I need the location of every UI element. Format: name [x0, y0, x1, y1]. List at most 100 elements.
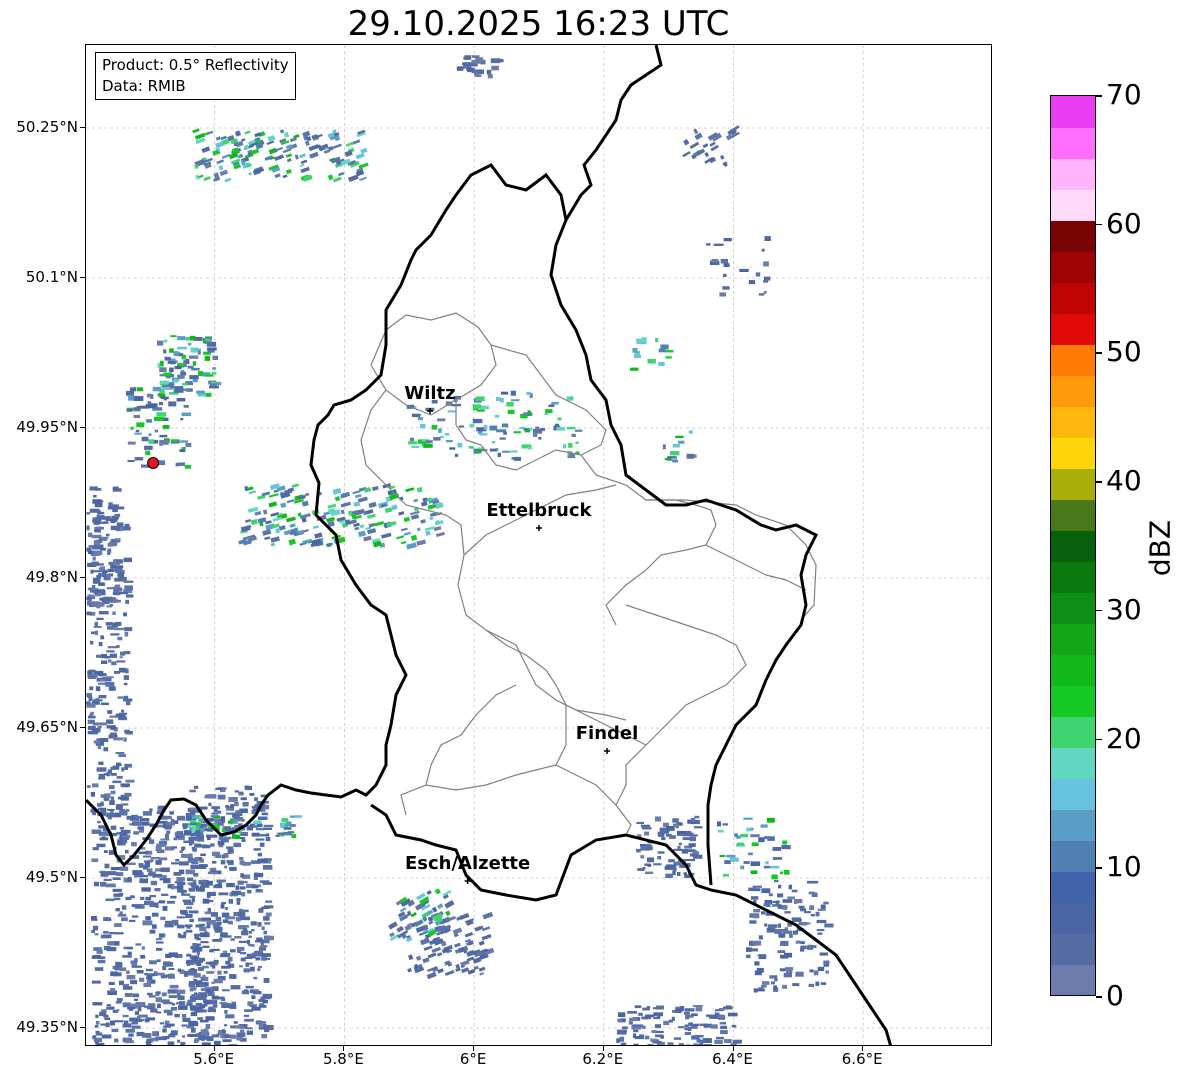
radar-echo: [160, 916, 166, 921]
radar-echo: [167, 900, 175, 904]
radar-echo: [93, 881, 100, 887]
radar-echo: [754, 970, 762, 976]
radar-echo: [92, 545, 101, 550]
lat-tick: [80, 727, 85, 728]
radar-echo: [140, 955, 146, 959]
radar-echo: [690, 817, 696, 823]
radar-echo: [787, 930, 793, 933]
radar-echo: [261, 926, 265, 930]
radar-echo: [112, 1010, 119, 1013]
radar-echo: [94, 630, 98, 636]
radar-echo: [444, 433, 450, 436]
colorbar-tick: [1096, 223, 1102, 226]
radar-echo: [103, 917, 111, 920]
radar-echo: [634, 1005, 642, 1009]
radar-echo: [750, 896, 759, 900]
radar-echo: [251, 832, 260, 837]
radar-echo: [116, 660, 126, 663]
radar-echo: [151, 912, 159, 917]
colorbar-segment: [1051, 282, 1095, 314]
radar-echo: [114, 513, 121, 517]
radar-echo: [190, 968, 195, 971]
radar-echo: [87, 715, 96, 719]
radar-echo: [198, 174, 204, 179]
radar-echo: [413, 498, 419, 503]
radar-echo: [174, 1013, 180, 1018]
radar-echo: [499, 398, 504, 403]
radar-echo: [257, 965, 263, 969]
radar-echo: [650, 1038, 657, 1042]
radar-echo: [267, 134, 276, 142]
radar-echo: [234, 936, 242, 939]
radar-echo: [406, 542, 417, 550]
radar-echo: [133, 816, 143, 819]
radar-echo: [720, 1025, 727, 1029]
radar-echo: [163, 1009, 170, 1014]
radar-echo: [153, 439, 159, 444]
radar-echo: [355, 152, 365, 160]
radar-echo: [197, 1009, 207, 1013]
radar-echo: [142, 920, 153, 926]
radar-echo: [192, 949, 197, 953]
radar-echo: [416, 527, 421, 532]
radar-echo: [124, 627, 133, 632]
radar-echo: [222, 919, 229, 923]
radar-echo: [684, 1011, 690, 1015]
radar-echo: [247, 506, 259, 513]
radar-echo: [114, 932, 124, 935]
radar-echo: [236, 946, 245, 951]
radar-echo: [86, 701, 91, 705]
radar-echo: [762, 981, 770, 985]
radar-echo: [244, 518, 252, 523]
radar-echo: [653, 1017, 661, 1020]
radar-echo: [124, 585, 133, 591]
radar-echo: [92, 925, 99, 931]
radar-echo: [123, 682, 128, 686]
radar-echo: [257, 968, 261, 971]
radar-echo: [198, 917, 202, 922]
radar-echo: [190, 1006, 199, 1010]
lat-tick: [80, 277, 85, 278]
radar-echo: [192, 361, 197, 366]
radar-echo: [274, 173, 281, 179]
radar-echo: [192, 879, 196, 884]
radar-echo: [257, 852, 263, 857]
radar-echo: [238, 791, 244, 796]
radar-echo: [254, 872, 264, 878]
radar-echo: [114, 577, 124, 582]
radar-echo: [180, 1042, 186, 1045]
colorbar-tick-label: 0: [1106, 979, 1124, 1012]
radar-echo: [655, 816, 662, 822]
radar-echo: [104, 1017, 110, 1021]
radar-echo: [220, 933, 227, 938]
city-label: Findel: [575, 723, 639, 744]
colorbar-segment: [1051, 685, 1095, 717]
radar-echo: [196, 938, 201, 941]
radar-echo: [194, 785, 199, 789]
radar-echo: [123, 675, 129, 680]
radar-echo: [661, 837, 666, 841]
radar-echo: [236, 901, 241, 905]
radar-echo: [111, 1028, 119, 1033]
radar-echo: [134, 432, 142, 435]
radar-echo: [179, 449, 186, 452]
radar-echo: [92, 494, 97, 498]
radar-echo: [110, 633, 120, 636]
radar-echo: [287, 487, 295, 493]
radar-echo: [207, 871, 218, 875]
radar-echo: [709, 141, 716, 147]
radar-echo: [148, 433, 152, 436]
radar-echo: [657, 856, 662, 860]
radar-echo: [255, 940, 264, 943]
radar-echo: [220, 816, 226, 822]
radar-echo: [187, 1033, 197, 1037]
radar-echo: [121, 784, 129, 788]
radar-echo: [181, 447, 186, 450]
radar-echo: [108, 981, 115, 985]
radar-echo: [132, 993, 140, 998]
radar-echo: [251, 885, 259, 889]
radar-echo: [86, 596, 92, 600]
radar-echo: [230, 938, 235, 941]
radar-echo: [221, 965, 231, 969]
radar-echo: [277, 832, 284, 835]
